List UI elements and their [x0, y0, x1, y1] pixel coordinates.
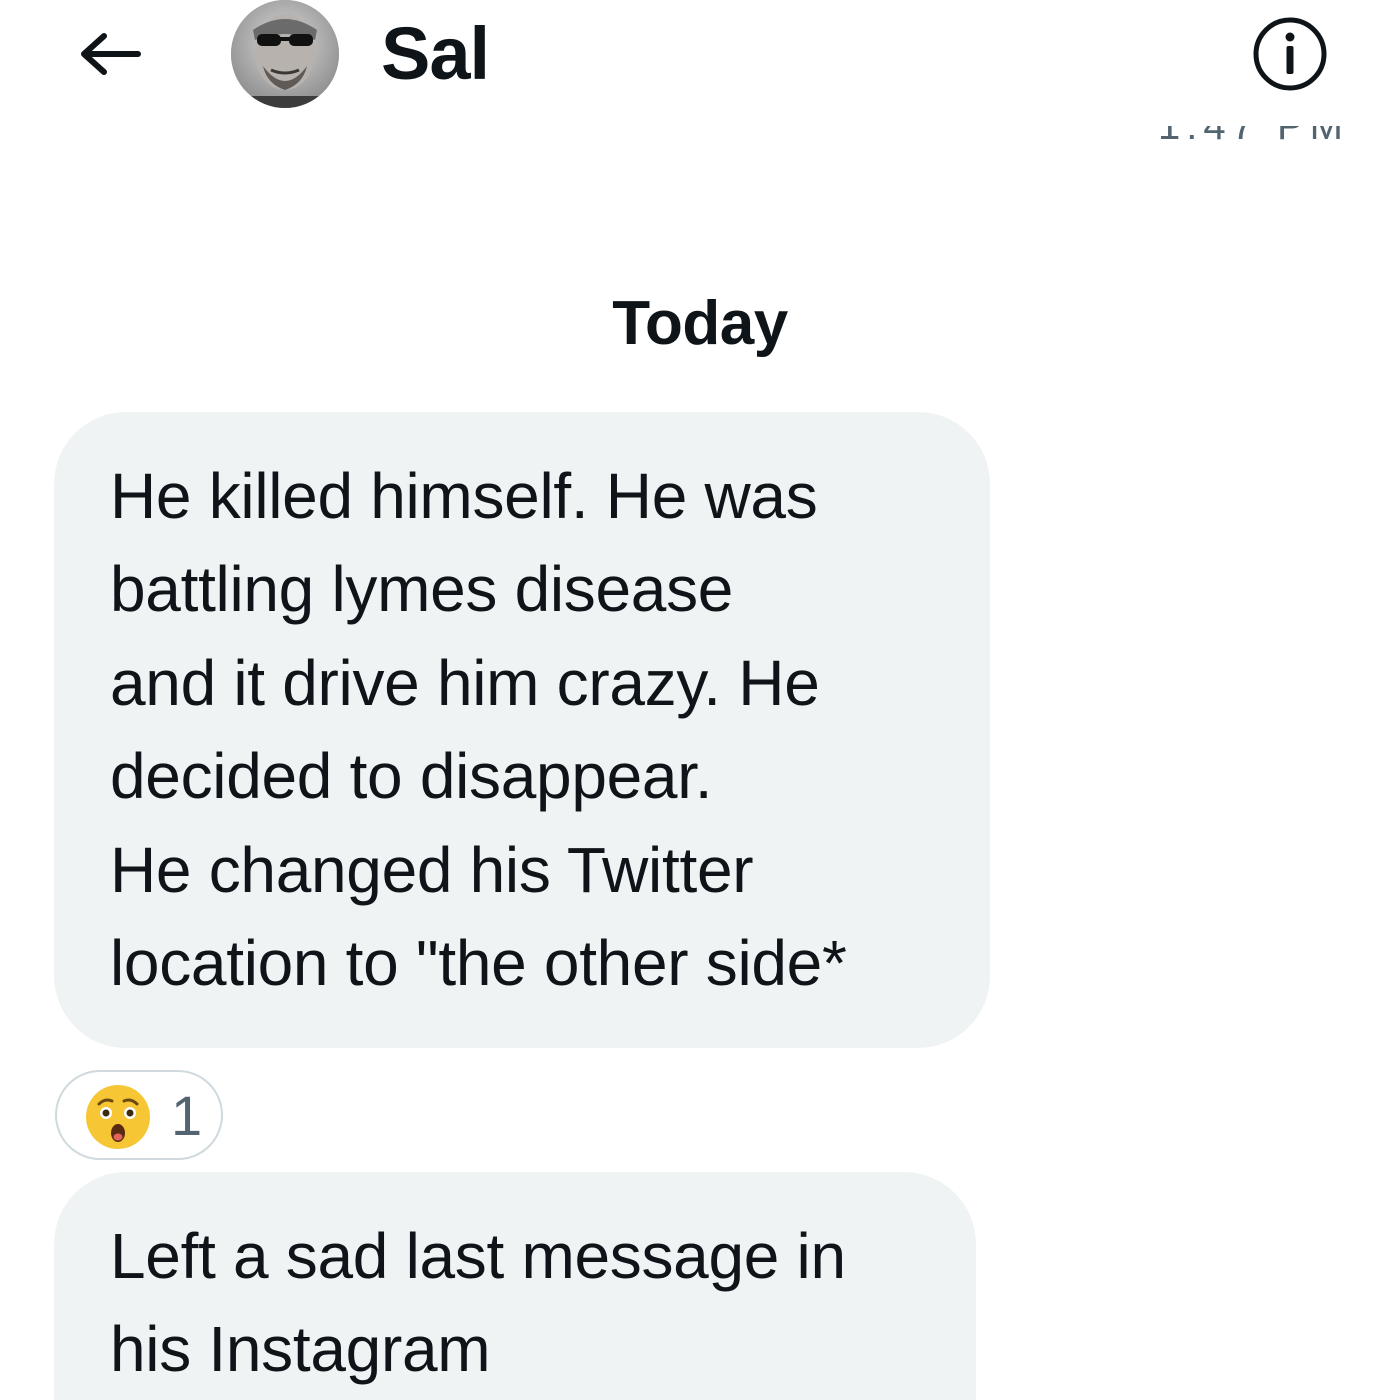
back-button[interactable] — [66, 14, 154, 94]
info-icon — [1253, 17, 1327, 91]
message-line: Left a sad last message in — [110, 1220, 846, 1292]
message-line: and it drive him crazy. He — [110, 647, 820, 719]
message-line: He changed his Twitter — [110, 834, 754, 906]
timestamp-text: 1:47 PM — [1158, 126, 1349, 148]
contact-name[interactable]: Sal — [381, 14, 490, 94]
day-divider: Today — [612, 289, 788, 358]
message-bubble[interactable]: Left a sad last message in his Instagram — [54, 1172, 976, 1400]
astonished-face-icon — [86, 1085, 150, 1149]
message-line: He killed himself. He was — [110, 460, 818, 532]
reaction-count: 1 — [171, 1084, 203, 1147]
message-line: decided to disappear. — [110, 740, 713, 812]
message-bubble[interactable]: He killed himself. He was battling lymes… — [54, 412, 990, 1048]
conversation-info-button[interactable] — [1250, 14, 1330, 94]
avatar[interactable] — [231, 0, 339, 108]
message-line: his Instagram — [110, 1313, 491, 1385]
previous-message-timestamp: 1:47 PM — [1150, 126, 1350, 158]
reaction-pill[interactable]: 1 — [55, 1070, 223, 1160]
message-line: location to "the other side* — [110, 927, 847, 999]
avatar-photo — [231, 0, 339, 108]
message-line: battling lymes disease — [110, 553, 734, 625]
dm-conversation-screen: Sal 1:47 PM Today He killed himself. He … — [0, 0, 1400, 1400]
back-arrow-icon — [81, 33, 141, 75]
conversation-header: Sal — [0, 0, 1400, 110]
